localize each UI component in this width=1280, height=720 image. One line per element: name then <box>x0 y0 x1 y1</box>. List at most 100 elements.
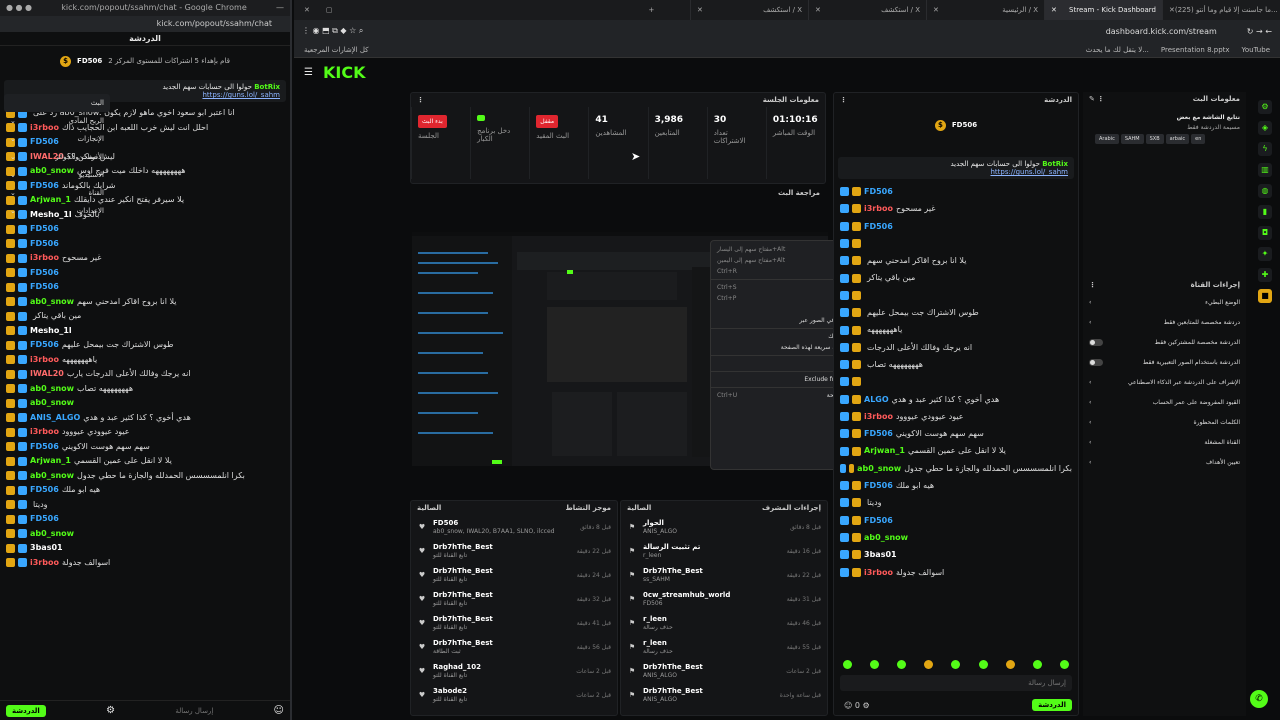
channel-action-row[interactable]: ‹ القناة المشغلة <box>1083 432 1246 452</box>
more-icon[interactable]: ⋮ <box>840 96 847 104</box>
chat-username[interactable]: FD506 <box>30 440 59 455</box>
dashboard-chat-send-button[interactable]: الدردشة <box>1032 699 1072 711</box>
channel-action-row[interactable]: ‹ الوضع البطيء <box>1083 292 1246 312</box>
gear-icon[interactable]: ⚙ <box>106 705 115 716</box>
feed-item-name[interactable]: Drb7hThe_Best <box>643 663 703 671</box>
edit-icon[interactable]: ✎ ⋮ <box>1089 95 1104 103</box>
feed-item[interactable]: ♥ Drb7hThe_Best تابع القناة للتو قبل 22 دقي… <box>411 539 617 563</box>
browser-tab[interactable]: ✕ الرئيسية / X <box>926 0 1044 20</box>
stream-tag[interactable]: arbaic <box>1165 134 1190 144</box>
window-menu-icon[interactable]: ▢ <box>320 6 339 14</box>
channel-action-row[interactable]: ‹ الكلمات المحظورة <box>1083 412 1246 432</box>
feed-item-name[interactable]: 3abode2 <box>433 687 467 695</box>
chat-username[interactable]: FD506 <box>30 483 59 498</box>
emote-icon[interactable] <box>978 659 988 669</box>
feed-item-name[interactable]: Drb7hThe_Best <box>433 543 493 551</box>
chat-username[interactable]: i3rboo <box>30 251 59 266</box>
stream-tag[interactable]: Arabic <box>1095 134 1119 144</box>
chat-tools-icons[interactable]: ☺ 0 ⚙ <box>844 701 870 710</box>
browser-tab[interactable]: ✕ Stream - Kick Dashboard <box>1044 0 1162 20</box>
mod-actions-tab[interactable]: الصالية <box>627 504 651 512</box>
feed-item-name[interactable]: تم تثبيت الرسالة <box>643 543 700 551</box>
browser-tab[interactable]: ✕ استكشف / X <box>808 0 926 20</box>
stream-tag[interactable]: SXB <box>1145 134 1164 144</box>
chat-username[interactable]: i3rboo <box>30 353 59 368</box>
pin-icon[interactable]: ✚ <box>1258 268 1272 282</box>
chat-username[interactable]: FD506 <box>864 218 893 235</box>
bookmark-all[interactable]: كل الإشارات المرجعية <box>304 46 369 54</box>
nav-item[interactable]: ⌄ الاستيديو <box>4 166 110 184</box>
chat-username[interactable]: ab0_snow <box>30 469 74 484</box>
emote-icon[interactable] <box>951 659 961 669</box>
window-controls[interactable]: ● ● ● <box>6 0 32 16</box>
chat-username[interactable]: FD506 <box>30 266 59 281</box>
popout-url[interactable]: kick.com/popout/ssahm/chat <box>0 16 290 32</box>
toggle-switch[interactable] <box>1089 358 1103 366</box>
chat-username[interactable]: FD506 <box>864 512 893 529</box>
emoji-icon[interactable]: ☺ <box>274 705 284 716</box>
chat-username[interactable]: FD506 <box>864 425 893 442</box>
feed-item-name[interactable]: Drb7hThe_Best <box>433 567 493 575</box>
emote-icon[interactable] <box>1059 659 1069 669</box>
feed-item-name[interactable]: Drb7hThe_Best <box>433 639 493 647</box>
dashboard-pinned-user[interactable]: BotRix <box>1042 160 1068 168</box>
chat-username[interactable]: IWAL20 <box>30 367 64 382</box>
bookmark-presentation[interactable]: Presentation 8.pptx <box>1161 46 1230 54</box>
stat-button[interactable]: بدء البث <box>418 115 447 128</box>
chat-username[interactable]: FD506 <box>30 237 59 252</box>
pinned-user[interactable]: BotRix <box>254 83 280 91</box>
chat-username[interactable]: i3rboo <box>30 425 59 440</box>
channel-action-row[interactable]: ‹ الإشراف على الدردشة عبر الذكاء الاصطناع… <box>1083 372 1246 392</box>
feed-item[interactable]: ⚑ تم تثبيت الرسالة r_leen قبل 16 دقيقة <box>621 539 827 563</box>
feed-item[interactable]: ⚑ r_leen حذف رسالة قبل 55 دقيقة <box>621 635 827 659</box>
browser-tab[interactable]: ✕ استكشف / X <box>690 0 808 20</box>
feed-item-name[interactable]: Drb7hThe_Best <box>433 615 493 623</box>
nav-item[interactable]: البث <box>4 94 110 112</box>
chat-username[interactable]: ab0_snow <box>30 295 74 310</box>
feed-item[interactable]: ♥ Drb7hThe_Best تابع القناة للتو قبل 41 دقي… <box>411 611 617 635</box>
activity-tab[interactable]: الصالية <box>417 504 441 512</box>
chat-username[interactable]: Arjwan_1 <box>864 442 905 459</box>
nav-item[interactable]: ⌄ الإعدادات <box>4 202 110 220</box>
feed-item[interactable]: ♥ Raghad_102 تابع القناة للتو قبل 2 ساعات <box>411 659 617 683</box>
emote-icon[interactable] <box>843 659 853 669</box>
chat-username[interactable]: FD506 <box>30 222 59 237</box>
feed-item[interactable]: ⚑ 0cw_streamhub_world FD506 قبل 31 دقيقة <box>621 587 827 611</box>
feed-item[interactable]: ♥ Drb7hThe_Best تابع القناة للتو قبل 24 دقي… <box>411 563 617 587</box>
chat-username[interactable]: FD506 <box>864 477 893 494</box>
channel-action-row[interactable]: ‹ دردشة مخصصة للمتابعين فقط <box>1083 312 1246 332</box>
feed-item[interactable]: ♥ Drb7hThe_Best ثبت الطاقة قبل 56 دقيقة <box>411 635 617 659</box>
channel-action-row[interactable]: ‹ تعيين الأهداف <box>1083 452 1246 472</box>
chat-username[interactable]: i3rboo <box>30 556 59 571</box>
emote-icon[interactable] <box>924 659 934 669</box>
browser-tab[interactable]: ✕ (225) ما جاسنت إلا قيام وما أنتو... <box>1162 0 1280 20</box>
stream-tag[interactable]: en <box>1191 134 1206 144</box>
chat-username[interactable]: ab0_snow <box>30 396 74 411</box>
feed-item-name[interactable]: Drb7hThe_Best <box>643 687 703 695</box>
extensions-icons[interactable]: ⋮ ◉ ⬒ ⧉ ◆ ☆ ⌕ <box>302 26 363 36</box>
trash-icon[interactable]: ▥ <box>1258 163 1272 177</box>
channel-action-row[interactable]: ‹ القيود المفروضة على عمر الحساب <box>1083 392 1246 412</box>
toggle-switch[interactable] <box>1089 338 1103 346</box>
feed-item-name[interactable]: الحوار <box>643 519 677 527</box>
emote-icon[interactable] <box>1005 659 1015 669</box>
feed-item[interactable]: ⚑ Drb7hThe_Best ANIS_ALGO قبل ساعة واحدة <box>621 683 827 707</box>
bookmark-youtube[interactable]: YouTube <box>1242 46 1270 54</box>
stat-button[interactable]: مقفل <box>536 115 559 128</box>
chat-username[interactable]: 3bas01 <box>30 541 63 556</box>
chat-username[interactable]: i3rboo <box>864 564 893 581</box>
feed-item-name[interactable]: 0cw_streamhub_world <box>643 591 730 599</box>
nav-item[interactable]: ⌄ الربح المادي <box>4 112 110 130</box>
feed-item[interactable]: ♥ FD506 ab0_snow, IWAL20, B7AA1, SLNO, ilc… <box>411 515 617 539</box>
emote-icon[interactable] <box>1032 659 1042 669</box>
feed-item[interactable]: ⚑ الحوار ANIS_ALGO قبل 8 دقائق <box>621 515 827 539</box>
dashboard-pinned-link[interactable]: https://guns.lol/_sahm <box>990 168 1068 176</box>
gift-user[interactable]: FD506 <box>77 57 102 65</box>
nav-buttons[interactable]: ↻ → ← <box>1247 27 1272 36</box>
feed-item-name[interactable]: Drb7hThe_Best <box>643 567 703 575</box>
feed-item-name[interactable]: Drb7hThe_Best <box>433 591 493 599</box>
feed-item-name[interactable]: Raghad_102 <box>433 663 481 671</box>
shield-icon[interactable]: ◈ <box>1258 121 1272 135</box>
nav-item[interactable]: ⌄ الأذونات والجوائز <box>4 148 110 166</box>
chat-username[interactable]: i3rboo <box>864 200 893 217</box>
